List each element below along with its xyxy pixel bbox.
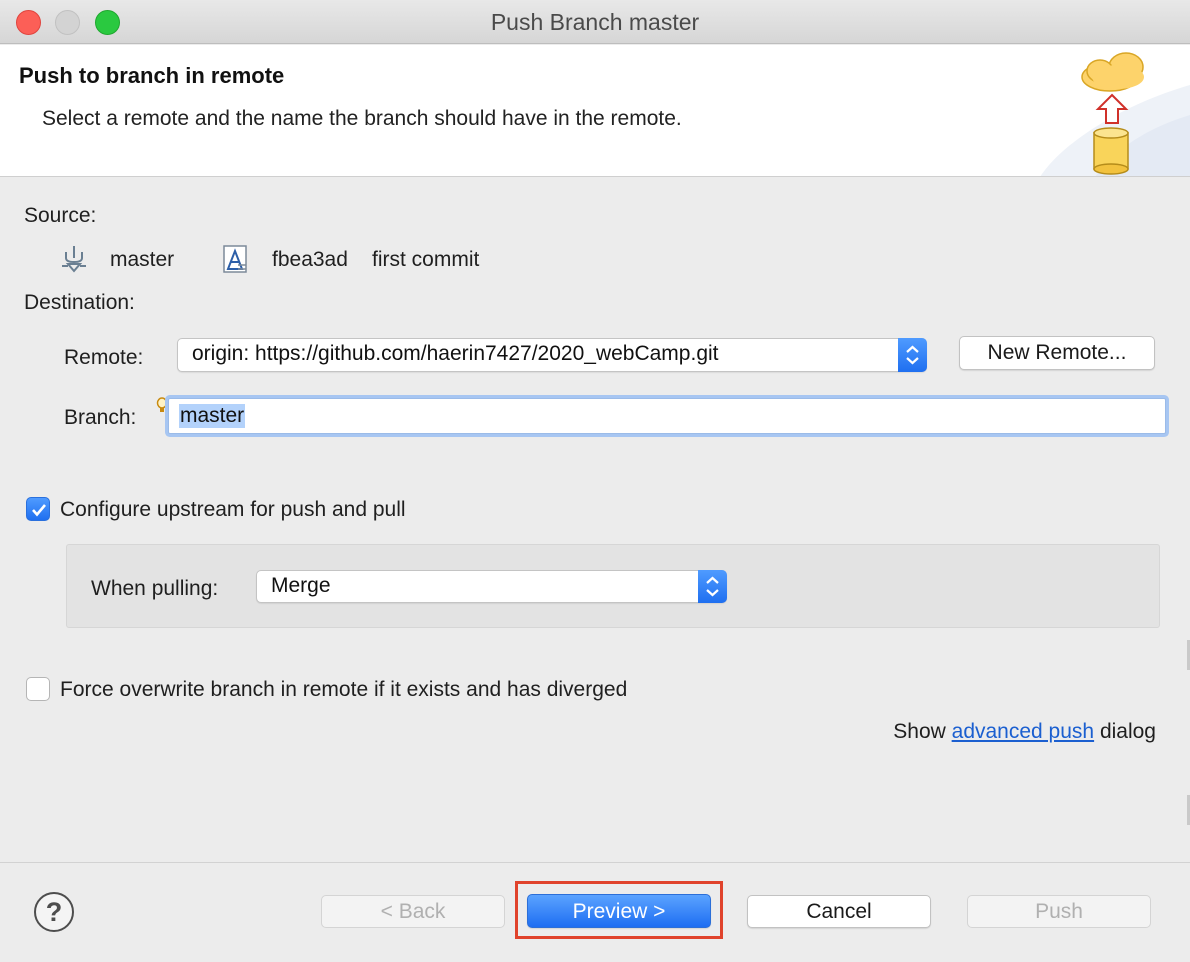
remote-select[interactable]: origin: https://github.com/haerin7427/20… <box>177 338 927 372</box>
branch-icon <box>62 246 86 273</box>
advanced-push-text: Show advanced push dialog <box>893 720 1156 744</box>
force-overwrite-checkbox[interactable] <box>26 677 50 701</box>
updown-chevron-icon <box>906 345 919 365</box>
when-pulling-select-value: Merge <box>271 574 331 597</box>
branch-label: Branch: <box>64 406 137 429</box>
advanced-push-link[interactable]: advanced push <box>952 720 1094 743</box>
configure-upstream-label[interactable]: Configure upstream for push and pull <box>60 498 406 522</box>
advanced-push-prefix: Show <box>893 720 946 743</box>
content-assist-lightbulb-icon <box>156 397 168 412</box>
remote-label: Remote: <box>64 346 144 369</box>
dialog-header: Push to branch in remote Select a remote… <box>0 45 1190 177</box>
remote-select-value: origin: https://github.com/haerin7427/20… <box>192 342 719 365</box>
updown-chevron-icon <box>706 576 719 597</box>
branch-name-input-value: master <box>179 404 246 428</box>
back-button[interactable]: < Back <box>321 895 505 928</box>
branch-name-input[interactable]: master <box>168 398 1166 434</box>
commit-message: first commit <box>372 248 480 271</box>
push-to-cloud-icon <box>1040 52 1190 176</box>
destination-label: Destination: <box>24 291 135 314</box>
help-button[interactable]: ? <box>34 892 74 932</box>
when-pulling-label: When pulling: <box>91 577 219 600</box>
checkmark-icon <box>32 504 46 517</box>
source-label: Source: <box>24 204 97 227</box>
title-bar: Push Branch master <box>0 0 1190 44</box>
when-pulling-select-stepper[interactable] <box>698 570 727 603</box>
advanced-push-suffix: dialog <box>1099 720 1156 743</box>
header-description: Select a remote and the name the branch … <box>42 107 682 130</box>
source-branch-name: master <box>110 248 175 271</box>
new-remote-button[interactable]: New Remote... <box>959 336 1155 370</box>
commit-id: fbea3ad <box>272 248 348 271</box>
force-overwrite-label[interactable]: Force overwrite branch in remote if it e… <box>60 678 627 702</box>
when-pulling-select[interactable]: Merge <box>256 570 727 603</box>
cancel-button[interactable]: Cancel <box>747 895 931 928</box>
remote-select-stepper[interactable] <box>898 338 927 372</box>
configure-upstream-checkbox[interactable] <box>26 497 50 521</box>
push-button[interactable]: Push <box>967 895 1151 928</box>
footer-separator <box>0 862 1190 863</box>
commit-icon <box>223 245 247 273</box>
window-title: Push Branch master <box>490 9 700 35</box>
header-title: Push to branch in remote <box>19 63 285 88</box>
preview-highlight-box <box>515 881 723 939</box>
